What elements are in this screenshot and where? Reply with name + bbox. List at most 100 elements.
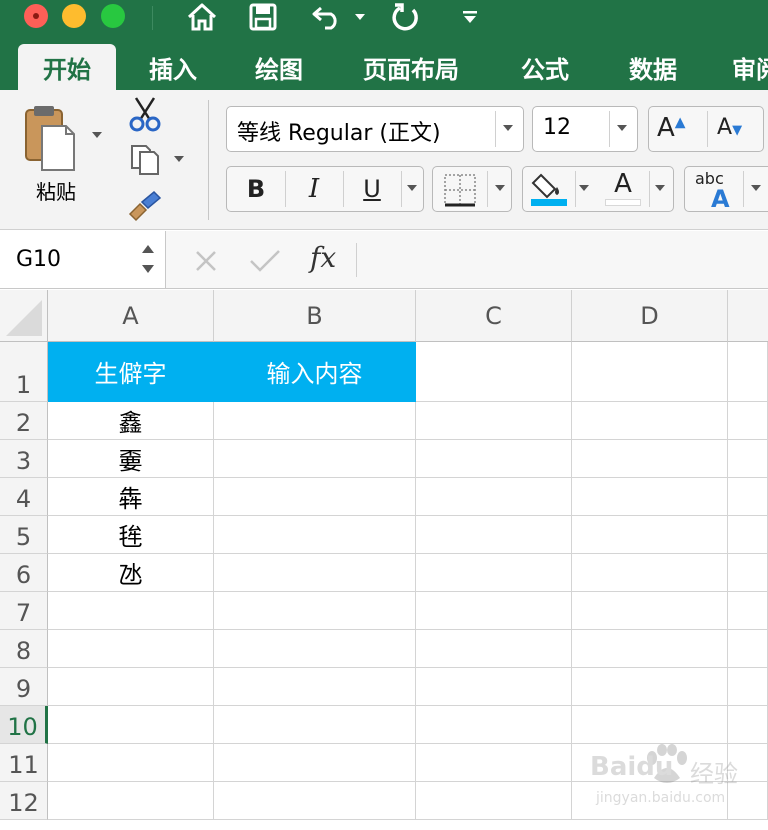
cell-b3[interactable] [214, 440, 416, 478]
font-name-dropdown-icon[interactable] [503, 125, 513, 131]
row-header-9[interactable]: 9 [0, 668, 48, 706]
cell-e4[interactable] [728, 478, 768, 516]
cell-b1[interactable]: 输入内容 [214, 342, 416, 402]
cell-b8[interactable] [214, 630, 416, 668]
cell-c12[interactable] [416, 782, 572, 820]
fill-color-icon[interactable] [529, 171, 569, 207]
minimize-window-button[interactable] [62, 4, 86, 28]
tab-data[interactable]: 数据 [610, 44, 696, 90]
cell-a3[interactable]: 嫑 [48, 440, 214, 478]
copy-dropdown-icon[interactable] [174, 156, 184, 162]
cell-a10[interactable] [48, 706, 214, 744]
fill-color-dropdown-icon[interactable] [579, 185, 589, 191]
undo-icon[interactable] [308, 0, 348, 34]
cell-d7[interactable] [572, 592, 728, 630]
cut-icon[interactable] [128, 96, 162, 132]
cell-a11[interactable] [48, 744, 214, 782]
cell-b7[interactable] [214, 592, 416, 630]
cell-d5[interactable] [572, 516, 728, 554]
row-header-6[interactable]: 6 [0, 554, 48, 592]
cell-a12[interactable] [48, 782, 214, 820]
undo-dropdown-icon[interactable] [350, 0, 370, 34]
cell-e7[interactable] [728, 592, 768, 630]
cell-c1[interactable] [416, 342, 572, 402]
cell-e2[interactable] [728, 402, 768, 440]
cell-a7[interactable] [48, 592, 214, 630]
format-painter-icon[interactable] [126, 190, 162, 222]
underline-dropdown-icon[interactable] [407, 185, 417, 191]
redo-icon[interactable] [388, 0, 424, 34]
tab-page-layout[interactable]: 页面布局 [345, 44, 477, 90]
cell-d2[interactable] [572, 402, 728, 440]
column-header-a[interactable]: A [48, 290, 214, 342]
column-header-b[interactable]: B [214, 290, 416, 342]
borders-button[interactable] [432, 166, 512, 212]
font-color-button[interactable]: A [601, 167, 645, 211]
cell-a6[interactable]: 氹 [48, 554, 214, 592]
font-size-dropdown-icon[interactable] [617, 125, 627, 131]
confirm-entry-icon[interactable] [248, 247, 282, 275]
row-header-5[interactable]: 5 [0, 516, 48, 554]
cell-a8[interactable] [48, 630, 214, 668]
tab-draw[interactable]: 绘图 [236, 44, 322, 90]
row-header-10[interactable]: 10 [0, 706, 48, 744]
cell-c5[interactable] [416, 516, 572, 554]
cell-e10[interactable] [728, 706, 768, 744]
cell-d6[interactable] [572, 554, 728, 592]
cell-e6[interactable] [728, 554, 768, 592]
tab-review[interactable]: 审阅 [718, 44, 768, 90]
cancel-entry-icon[interactable] [192, 247, 220, 275]
tab-insert[interactable]: 插入 [130, 44, 216, 90]
paste-icon[interactable] [22, 104, 78, 174]
font-name-select[interactable]: 等线 Regular (正文) [226, 106, 524, 152]
select-all-button[interactable] [0, 290, 48, 342]
column-header-c[interactable]: C [416, 290, 572, 342]
cell-e9[interactable] [728, 668, 768, 706]
cell-c4[interactable] [416, 478, 572, 516]
cell-d9[interactable] [572, 668, 728, 706]
row-header-12[interactable]: 12 [0, 782, 48, 820]
column-header-e[interactable] [728, 290, 768, 342]
cell-b5[interactable] [214, 516, 416, 554]
cell-c2[interactable] [416, 402, 572, 440]
cell-e1[interactable] [728, 342, 768, 402]
cell-a9[interactable] [48, 668, 214, 706]
tab-formulas[interactable]: 公式 [502, 44, 588, 90]
cell-e3[interactable] [728, 440, 768, 478]
cell-a2[interactable]: 鑫 [48, 402, 214, 440]
cell-c7[interactable] [416, 592, 572, 630]
phonetic-dropdown-icon[interactable] [751, 185, 761, 191]
cell-d1[interactable] [572, 342, 728, 402]
cell-b2[interactable] [214, 402, 416, 440]
copy-icon[interactable] [128, 142, 162, 176]
cell-b10[interactable] [214, 706, 416, 744]
row-header-4[interactable]: 4 [0, 478, 48, 516]
italic-button[interactable]: I [286, 167, 342, 211]
cell-d8[interactable] [572, 630, 728, 668]
borders-dropdown-icon[interactable] [495, 185, 505, 191]
name-box[interactable]: G10 [0, 231, 166, 288]
close-window-button[interactable] [24, 4, 48, 28]
row-header-8[interactable]: 8 [0, 630, 48, 668]
font-size-select[interactable]: 12 [532, 106, 638, 152]
cell-c11[interactable] [416, 744, 572, 782]
decrease-font-size-button[interactable]: A▼ [717, 115, 742, 140]
tab-home[interactable]: 开始 [18, 44, 116, 90]
cell-d4[interactable] [572, 478, 728, 516]
row-header-11[interactable]: 11 [0, 744, 48, 782]
cell-c9[interactable] [416, 668, 572, 706]
bold-button[interactable]: B [227, 167, 285, 211]
column-header-d[interactable]: D [572, 290, 728, 342]
home-icon[interactable] [184, 0, 220, 34]
name-box-stepper-icon[interactable] [140, 239, 156, 279]
cell-e5[interactable] [728, 516, 768, 554]
cell-b12[interactable] [214, 782, 416, 820]
row-header-3[interactable]: 3 [0, 440, 48, 478]
customize-toolbar-icon[interactable] [458, 0, 482, 34]
zoom-window-button[interactable] [101, 4, 125, 28]
paste-label[interactable]: 粘贴 [36, 176, 76, 205]
cell-d10[interactable] [572, 706, 728, 744]
increase-font-size-button[interactable]: A▲ [657, 113, 686, 143]
cell-a5[interactable]: 毪 [48, 516, 214, 554]
underline-button[interactable]: U [344, 167, 400, 211]
